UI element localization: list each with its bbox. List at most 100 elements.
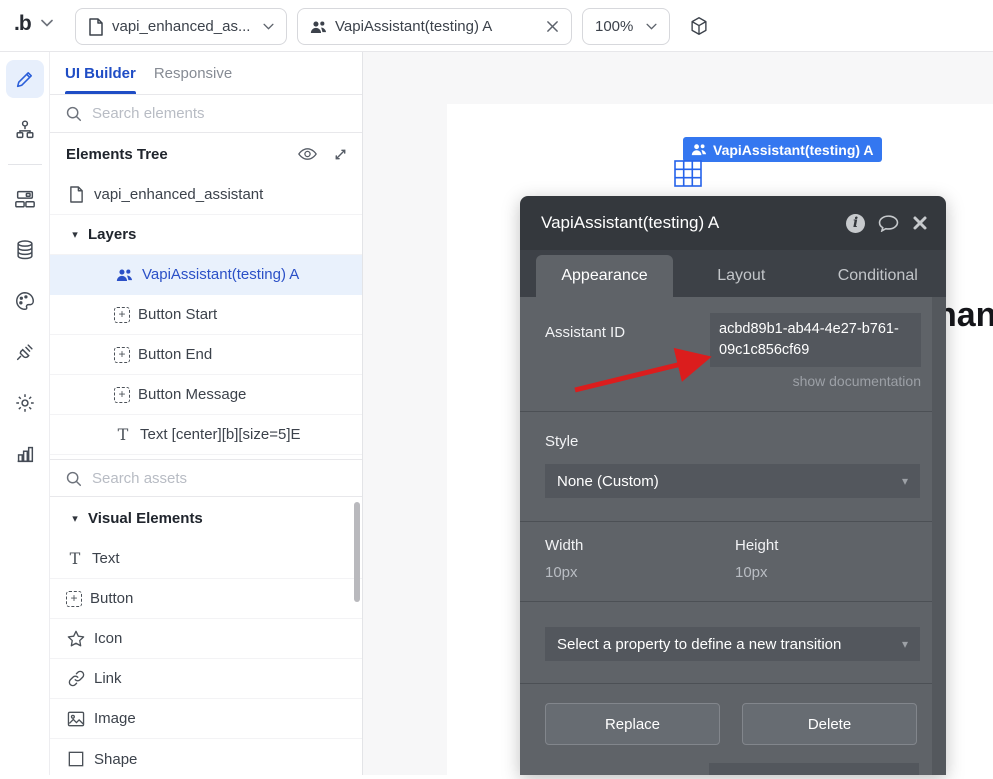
property-editor: VapiAssistant(testing) A i Appearance La… (520, 196, 946, 775)
info-icon[interactable]: i (846, 214, 865, 233)
visual-elements-group[interactable]: ▾ Visual Elements (50, 497, 362, 539)
page-selector-dropdown[interactable]: vapi_enhanced_as... (75, 8, 287, 45)
tree-item-label: VapiAssistant(testing) A (142, 266, 299, 283)
search-elements-input[interactable] (92, 105, 322, 122)
logo-chevron-down-icon[interactable] (41, 19, 53, 27)
tab-appearance[interactable]: Appearance (536, 255, 673, 297)
image-icon (66, 711, 86, 727)
tree-item-label: Text [center][b][size=5]E (140, 426, 301, 443)
tree-item-button-start[interactable]: + Button Start (50, 295, 362, 335)
tree-item-label: Button Start (138, 306, 217, 323)
text-element-icon: T (114, 425, 132, 444)
search-assets-input[interactable] (92, 470, 322, 487)
height-label: Height (735, 537, 778, 554)
style-label: Style (545, 433, 578, 450)
tree-item-button-message[interactable]: + Button Message (50, 375, 362, 415)
delete-button[interactable]: Delete (742, 703, 917, 745)
caret-down-icon[interactable]: ▾ (68, 512, 82, 525)
search-icon (65, 105, 82, 122)
users-icon (114, 268, 134, 282)
button-element-icon: + (114, 347, 130, 363)
rail-backend-icon[interactable] (6, 180, 44, 218)
tree-root-page[interactable]: vapi_enhanced_assistant (50, 175, 362, 215)
style-dropdown[interactable]: None (Custom) ▾ (545, 464, 920, 498)
search-icon (65, 470, 82, 487)
tree-item-button-end[interactable]: + Button End (50, 335, 362, 375)
tab-layout[interactable]: Layout (673, 255, 810, 297)
layers-group-label: Layers (88, 226, 136, 243)
partial-field[interactable] (709, 763, 919, 775)
chevron-down-icon: ▾ (902, 637, 908, 651)
asset-item-label: Image (94, 710, 136, 727)
assistant-id-label: Assistant ID (545, 324, 625, 341)
style-dropdown-value: None (Custom) (557, 473, 902, 490)
elements-tree-title: Elements Tree (66, 146, 282, 163)
rail-logs-chart-icon[interactable] (6, 435, 44, 473)
button-element-icon: + (114, 387, 130, 403)
transition-dropdown-value: Select a property to define a new transi… (557, 636, 902, 653)
tree-item-label: Button Message (138, 386, 246, 403)
asset-item-icon[interactable]: Icon (50, 619, 362, 659)
element-tab-close-icon[interactable] (546, 20, 559, 33)
chevron-down-icon: ▾ (902, 474, 908, 488)
tree-item-text[interactable]: T Text [center][b][size=5]E (50, 415, 362, 455)
expand-icon[interactable] (333, 147, 348, 162)
width-value: 10px (545, 564, 578, 581)
panel-tabs: UI Builder Responsive (50, 52, 362, 95)
property-editor-title: VapiAssistant(testing) A (541, 213, 833, 233)
tab-responsive[interactable]: Responsive (154, 65, 232, 82)
annotation-arrow (550, 340, 730, 402)
search-assets-bar (50, 459, 362, 497)
rail-styles-palette-icon[interactable] (6, 282, 44, 320)
users-icon (310, 20, 327, 34)
tab-ui-builder[interactable]: UI Builder (65, 52, 136, 94)
section-divider (520, 521, 932, 522)
tree-group-layers[interactable]: ▾ Layers (50, 215, 362, 255)
element-tab-label: VapiAssistant(testing) A (335, 18, 538, 35)
close-icon[interactable] (912, 215, 928, 231)
rail-workflow-sitemap-icon[interactable] (6, 111, 44, 149)
panel-scrollbar[interactable] (354, 502, 360, 602)
rail-settings-gear-icon[interactable] (6, 384, 44, 422)
asset-item-link[interactable]: Link (50, 659, 362, 699)
asset-item-button[interactable]: + Button (50, 579, 362, 619)
asset-item-label: Text (92, 550, 120, 567)
comment-icon[interactable] (878, 215, 899, 232)
zoom-dropdown[interactable]: 100% (582, 8, 670, 45)
editor-canvas[interactable]: hanced VapiAssistant(testing) A VapiAssi… (363, 52, 993, 775)
component-library-cube-icon[interactable] (688, 15, 710, 37)
eye-icon[interactable] (298, 147, 317, 161)
tree-root-label: vapi_enhanced_assistant (94, 186, 263, 203)
rail-design-pencil-icon[interactable] (6, 60, 44, 98)
asset-item-text[interactable]: T Text (50, 539, 362, 579)
square-icon (66, 751, 86, 767)
star-icon (66, 630, 86, 647)
asset-item-shape[interactable]: Shape (50, 739, 362, 779)
selected-element-tag[interactable]: VapiAssistant(testing) A (683, 137, 882, 162)
property-editor-header[interactable]: VapiAssistant(testing) A i (520, 196, 946, 250)
tree-item-vapiassistant[interactable]: VapiAssistant(testing) A (50, 255, 362, 295)
top-toolbar: .b vapi_enhanced_as... VapiAssistant(tes… (0, 0, 993, 52)
section-divider (520, 601, 932, 602)
zoom-chevron-down-icon (646, 23, 657, 30)
navigation-rail (0, 52, 50, 775)
tab-conditional[interactable]: Conditional (810, 255, 947, 297)
visual-elements-label: Visual Elements (88, 510, 203, 527)
selected-element-label: VapiAssistant(testing) A (713, 142, 874, 158)
asset-item-image[interactable]: Image (50, 699, 362, 739)
transition-dropdown[interactable]: Select a property to define a new transi… (545, 627, 920, 661)
page-file-icon (66, 186, 86, 203)
tree-item-label: Button End (138, 346, 212, 363)
table-grid-icon[interactable] (674, 160, 702, 187)
rail-database-icon[interactable] (6, 231, 44, 269)
element-tab[interactable]: VapiAssistant(testing) A (297, 8, 572, 45)
bubble-logo[interactable]: .b (14, 12, 31, 36)
button-element-icon: + (114, 307, 130, 323)
caret-down-icon[interactable]: ▾ (68, 228, 82, 241)
assistant-id-input[interactable]: acbd89b1-ab44-4e27-b761-09c1c856cf69 (710, 313, 921, 367)
replace-button[interactable]: Replace (545, 703, 720, 745)
text-element-icon: T (66, 549, 84, 568)
rail-plugins-plug-icon[interactable] (6, 333, 44, 371)
property-editor-scrollbar[interactable] (932, 297, 946, 775)
show-documentation-link[interactable]: show documentation (710, 373, 921, 389)
